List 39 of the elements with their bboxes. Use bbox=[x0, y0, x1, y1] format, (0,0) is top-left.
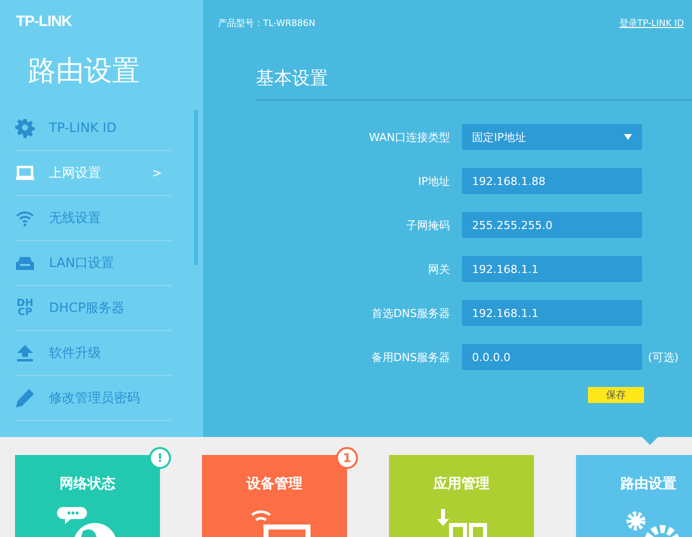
sidebar-item[interactable]: TP-LINK ID bbox=[49, 120, 172, 136]
field-label: 备用DNS服务器 bbox=[370, 350, 451, 364]
sidebar-item[interactable]: 软件升级 bbox=[49, 344, 172, 362]
menu-tile[interactable]: 应用管理 bbox=[389, 455, 534, 537]
connection-type-dropdown[interactable]: 固定IP地址 bbox=[462, 124, 642, 150]
input-field[interactable]: 255.255.255.0 bbox=[462, 212, 642, 238]
input-field[interactable]: 0.0.0.0 bbox=[462, 344, 642, 370]
section-title: 基本设置 bbox=[256, 66, 692, 101]
pencil-icon bbox=[15, 388, 35, 408]
input-field[interactable]: 192.168.1.88 bbox=[462, 168, 642, 194]
laptop-icon bbox=[15, 163, 35, 183]
field-label: WAN口连接类型 bbox=[368, 130, 451, 144]
field-label: 网关 bbox=[427, 262, 451, 276]
sidebar-item[interactable]: LAN口设置 bbox=[49, 254, 172, 272]
chevron-icon: > bbox=[152, 166, 162, 180]
dhcp-icon: DH CP bbox=[15, 299, 35, 317]
notification-badge: 1 bbox=[336, 447, 358, 469]
sidebar-item[interactable]: 无线设置 bbox=[49, 209, 172, 227]
model-number: 产品型号：TL-WR886N bbox=[218, 18, 316, 30]
gear-icon bbox=[15, 118, 35, 138]
menu-tile[interactable]: 路由设置 bbox=[576, 455, 692, 537]
sidebar-title: 路由设置 bbox=[28, 53, 141, 89]
caret-icon bbox=[624, 134, 632, 140]
input-field[interactable]: 192.168.1.1 bbox=[462, 300, 642, 326]
field-label: IP地址 bbox=[417, 174, 451, 188]
field-label: 子网掩码 bbox=[405, 218, 451, 232]
notification-badge: ! bbox=[149, 447, 171, 469]
sidebar-item[interactable]: 上网设置 bbox=[49, 164, 152, 182]
scrollbar[interactable] bbox=[194, 110, 198, 265]
menu-tile[interactable]: 网络状态 bbox=[15, 455, 160, 537]
save-button[interactable]: 保存 bbox=[588, 387, 644, 403]
logo: TP-LINK bbox=[16, 13, 73, 30]
field-label: 首选DNS服务器 bbox=[370, 306, 451, 320]
login-link[interactable]: 登录TP-LINK ID bbox=[619, 17, 684, 30]
sidebar-item[interactable]: DHCP服务器 bbox=[49, 299, 172, 317]
upload-icon bbox=[15, 343, 35, 363]
sidebar-item[interactable]: 修改管理员密码 bbox=[49, 389, 172, 407]
optional-note: (可选) bbox=[648, 350, 679, 364]
input-field[interactable]: 192.168.1.1 bbox=[462, 256, 642, 282]
